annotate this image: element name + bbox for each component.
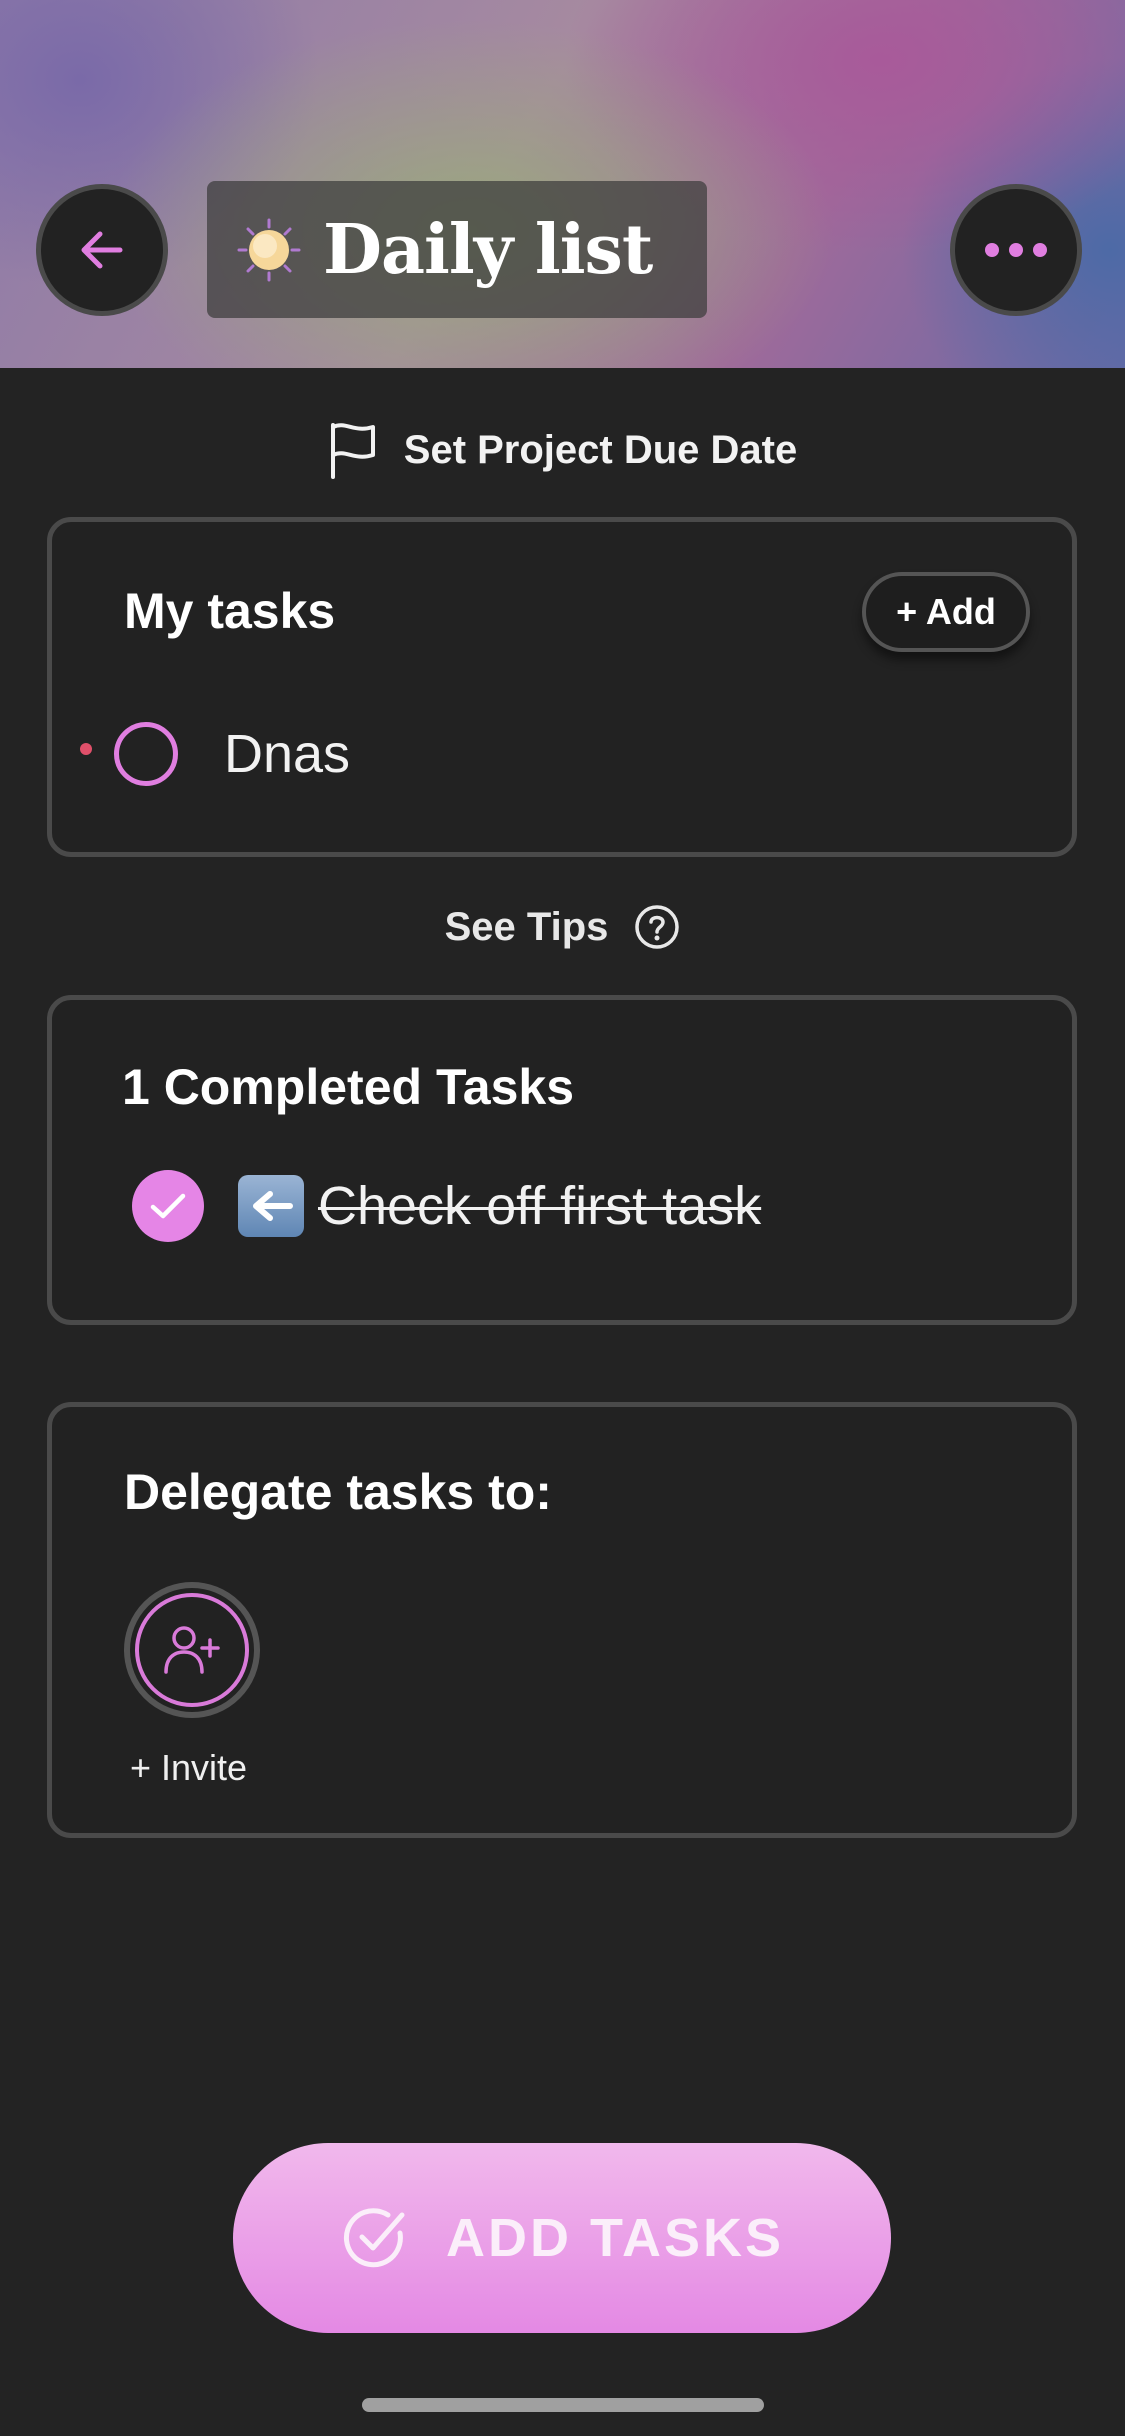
add-tasks-button[interactable]: ADD TASKS [233, 2143, 891, 2333]
invite-label: + Invite [130, 1747, 248, 1788]
back-button[interactable] [36, 184, 168, 316]
completed-tasks-title: 1 Completed Tasks [122, 1059, 575, 1115]
see-tips-button[interactable]: See Tips [0, 897, 1125, 957]
completed-tasks-card: 1 Completed Tasks Check off first task [47, 995, 1077, 1325]
add-task-button[interactable]: + Add [862, 572, 1030, 652]
see-tips-label: See Tips [444, 904, 609, 949]
my-tasks-card: My tasks + Add Dnas [47, 517, 1077, 857]
page-title: Daily list [323, 209, 653, 290]
arrow-left-icon [81, 231, 123, 269]
list-item[interactable]: Dnas [80, 722, 350, 786]
task-label: Dnas [224, 724, 351, 784]
ellipsis-icon [985, 243, 1047, 257]
flag-icon [330, 423, 375, 479]
more-options-button[interactable] [950, 184, 1082, 316]
left-arrow-emoji-icon [238, 1175, 304, 1237]
user-plus-icon [164, 1626, 220, 1674]
my-tasks-title: My tasks [124, 583, 336, 639]
add-tasks-label: ADD TASKS [445, 2208, 784, 2268]
task-checkbox[interactable] [114, 722, 178, 786]
due-date-label: Set Project Due Date [403, 427, 798, 472]
delegate-title: Delegate tasks to: [124, 1464, 552, 1520]
delegate-card: Delegate tasks to: + Invite [47, 1402, 1077, 1838]
completed-task-label: Check off first task [318, 1176, 762, 1236]
set-due-date-button[interactable]: Set Project Due Date [0, 420, 1125, 480]
help-circle-icon [635, 905, 680, 949]
check-icon [150, 1193, 186, 1219]
check-circle-icon [343, 2208, 405, 2268]
task-checkbox-checked[interactable] [132, 1170, 204, 1242]
sun-emoji-icon [237, 218, 301, 281]
home-indicator[interactable] [362, 2398, 764, 2412]
list-item[interactable]: Check off first task [132, 1170, 761, 1242]
priority-dot [80, 743, 92, 755]
project-title-pill[interactable]: Daily list [207, 181, 707, 318]
invite-button[interactable] [124, 1582, 260, 1718]
